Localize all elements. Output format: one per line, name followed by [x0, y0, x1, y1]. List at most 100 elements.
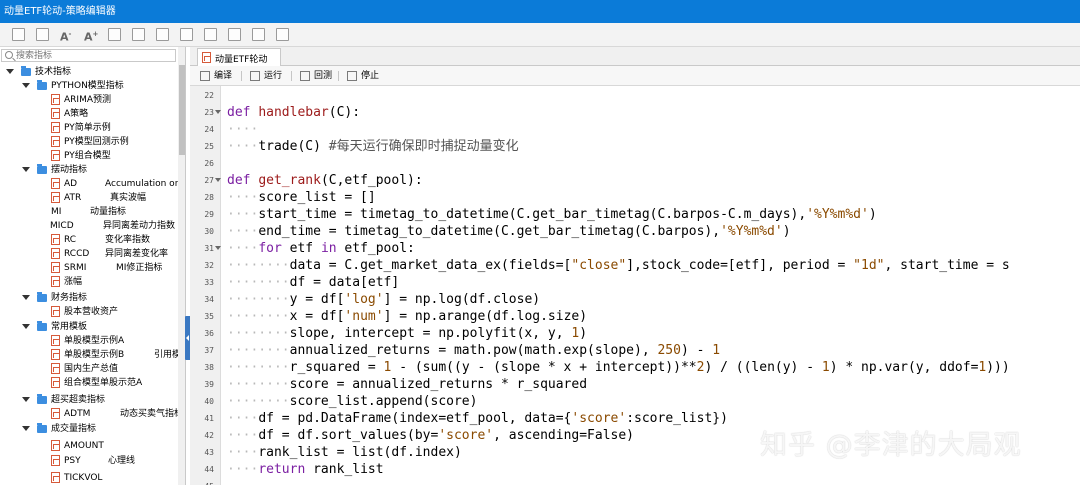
search-input[interactable] [16, 50, 174, 61]
expand-arrow-icon[interactable] [22, 426, 30, 431]
code-text[interactable]: ····score_list = [] [227, 189, 376, 206]
tree-item[interactable]: MI 动量指标 [4, 205, 176, 219]
save-as-icon[interactable] [36, 28, 49, 41]
code-line[interactable]: 25 ····trade(C) #每天运行确保即时捕捉动量变化 [190, 138, 1080, 155]
code-text[interactable]: def get_rank(C,etf_pool): [227, 172, 423, 189]
tree-item[interactable]: AMOUNT [4, 439, 176, 453]
code-line[interactable]: 34 ········y = df['log'] = np.log(df.clos… [190, 291, 1080, 308]
paste-icon[interactable] [132, 28, 145, 41]
export-icon[interactable] [228, 28, 241, 41]
tree-item[interactable]: 股本营收资产 [4, 305, 176, 319]
tree-item[interactable]: 单股模型示例A [4, 334, 176, 348]
code-text[interactable]: ········x = df['num'] = np.arange(df.log… [227, 308, 587, 325]
compile-button[interactable]: 编译 [200, 69, 236, 83]
code-text[interactable]: ········slope, intercept = np.polyfit(x,… [227, 325, 587, 342]
code-text[interactable]: def handlebar(C): [227, 104, 360, 121]
tree-item[interactable]: RC 变化率指数 [4, 233, 176, 247]
scrollbar-thumb[interactable] [179, 65, 185, 155]
code-text[interactable]: ········score_list.append(score) [227, 393, 477, 410]
code-text[interactable]: ····start_time = timetag_to_datetime(C.g… [227, 206, 877, 223]
code-line[interactable]: 22 [190, 87, 1080, 104]
tree-item[interactable]: PY简单示例 [4, 121, 176, 135]
code-line[interactable]: 31 ····for etf in etf_pool: [190, 240, 1080, 257]
code-line[interactable]: 33 ········df = data[etf] [190, 274, 1080, 291]
code-text[interactable]: ····df = pd.DataFrame(index=etf_pool, da… [227, 410, 728, 427]
tree-item[interactable]: 组合模型单股示范A [4, 376, 176, 390]
code-line[interactable]: 36 ········slope, intercept = np.polyfit(… [190, 325, 1080, 342]
code-text[interactable]: ····end_time = timetag_to_datetime(C.get… [227, 223, 791, 240]
code-text[interactable]: ········y = df['log'] = np.log(df.close) [227, 291, 540, 308]
tree-folder-oscillator[interactable]: 摆动指标 [4, 163, 176, 177]
code-text[interactable]: ····for etf in etf_pool: [227, 240, 415, 257]
tab-momentum-etf[interactable]: 动量ETF轮动 [197, 48, 281, 66]
fold-toggle-icon[interactable] [215, 178, 221, 182]
tree-item[interactable]: ADTM 动态买卖气指标 [4, 407, 183, 421]
font-increase-icon[interactable]: A+ [84, 28, 98, 44]
expand-arrow-icon[interactable] [22, 83, 30, 88]
code-text[interactable]: ········r_squared = 1 - (sum((y - (slope… [227, 359, 1010, 376]
tree-item[interactable]: 单股模型示例B 引用模 [4, 348, 181, 362]
code-line[interactable]: 28 ····score_list = [] [190, 189, 1080, 206]
tree-folder-tech[interactable]: 技术指标 [4, 65, 176, 79]
code-line[interactable]: 32 ········data = C.get_market_data_ex(fi… [190, 257, 1080, 274]
code-text[interactable]: ········annualized_returns = math.pow(ma… [227, 342, 720, 359]
code-line[interactable]: 23 def handlebar(C): [190, 104, 1080, 121]
tree-item[interactable]: MICD 异同离差动力指数 [4, 219, 176, 233]
code-text[interactable]: ········score = annualized_returns * r_s… [227, 376, 587, 393]
code-text[interactable]: ····return rank_list [227, 461, 384, 478]
code-line[interactable]: 37 ········annualized_returns = math.pow(… [190, 342, 1080, 359]
tree-item[interactable]: PY模型回测示例 [4, 135, 176, 149]
code-line[interactable]: 24 ···· [190, 121, 1080, 138]
tree-item[interactable]: AD Accumulation or [4, 177, 178, 191]
undo-icon[interactable] [156, 28, 169, 41]
expand-arrow-icon[interactable] [22, 295, 30, 300]
help-icon[interactable] [276, 28, 289, 41]
code-text[interactable]: ····df = df.sort_values(by='score', asce… [227, 427, 634, 444]
code-line[interactable]: 35 ········x = df['num'] = np.arange(df.l… [190, 308, 1080, 325]
tree-item[interactable]: A策略 [4, 107, 176, 121]
save-icon[interactable] [12, 28, 25, 41]
backtest-button[interactable]: 回测 [300, 69, 336, 83]
run-button[interactable]: 运行 [250, 69, 286, 83]
code-line[interactable]: 27 def get_rank(C,etf_pool): [190, 172, 1080, 189]
redo-icon[interactable] [180, 28, 193, 41]
code-line[interactable]: 44 ····return rank_list [190, 461, 1080, 478]
tree-folder-volume[interactable]: 成交量指标 [4, 422, 176, 436]
expand-arrow-icon[interactable] [22, 397, 30, 402]
code-line[interactable]: 38 ········r_squared = 1 - (sum((y - (slo… [190, 359, 1080, 376]
code-text[interactable]: ········data = C.get_market_data_ex(fiel… [227, 257, 1010, 274]
tree-item[interactable]: SRMI MI修正指标 [4, 261, 176, 275]
tree-folder-python[interactable]: PYTHON模型指标 [4, 79, 176, 93]
code-line[interactable]: 39 ········score = annualized_returns * r… [190, 376, 1080, 393]
search-box[interactable] [1, 49, 176, 62]
tree-item[interactable]: PY组合模型 [4, 149, 176, 163]
code-line[interactable]: 29 ····start_time = timetag_to_datetime(C… [190, 206, 1080, 223]
import-icon[interactable] [204, 28, 217, 41]
copy-icon[interactable] [108, 28, 121, 41]
code-line[interactable]: 30 ····end_time = timetag_to_datetime(C.g… [190, 223, 1080, 240]
tree-folder-finance[interactable]: 财务指标 [4, 291, 176, 305]
code-line[interactable]: 26 [190, 155, 1080, 172]
tree-item[interactable]: ATR 真实波幅 [4, 191, 176, 205]
code-line[interactable]: 40 ········score_list.append(score) [190, 393, 1080, 410]
print-icon[interactable] [252, 28, 265, 41]
code-text[interactable]: ···· [227, 121, 258, 138]
tree-item[interactable]: 国内生产总值 [4, 362, 176, 376]
fold-toggle-icon[interactable] [215, 110, 221, 114]
tree-item[interactable]: TICKVOL [4, 471, 176, 485]
font-decrease-icon[interactable]: A- [60, 28, 73, 44]
code-text[interactable]: ····trade(C) #每天运行确保即时捕捉动量变化 [227, 138, 519, 155]
expand-arrow-icon[interactable] [22, 167, 30, 172]
stop-button[interactable]: 停止 [347, 69, 383, 83]
expand-arrow-icon[interactable] [22, 324, 30, 329]
code-text[interactable]: ········df = data[etf] [227, 274, 399, 291]
code-text[interactable]: ····rank_list = list(df.index) [227, 444, 462, 461]
sidebar-scrollbar[interactable] [178, 47, 185, 485]
tree-item[interactable]: RCCD 异同离差变化率 [4, 247, 176, 261]
tree-item[interactable]: ARIMA预测 [4, 93, 176, 107]
expand-arrow-icon[interactable] [6, 69, 14, 74]
tree-item[interactable]: 涨幅 [4, 275, 176, 289]
tree-folder-overbought[interactable]: 超买超卖指标 [4, 393, 176, 407]
code-line[interactable]: 45 [190, 478, 1080, 485]
tree-item[interactable]: PSY 心理线 [4, 454, 176, 468]
